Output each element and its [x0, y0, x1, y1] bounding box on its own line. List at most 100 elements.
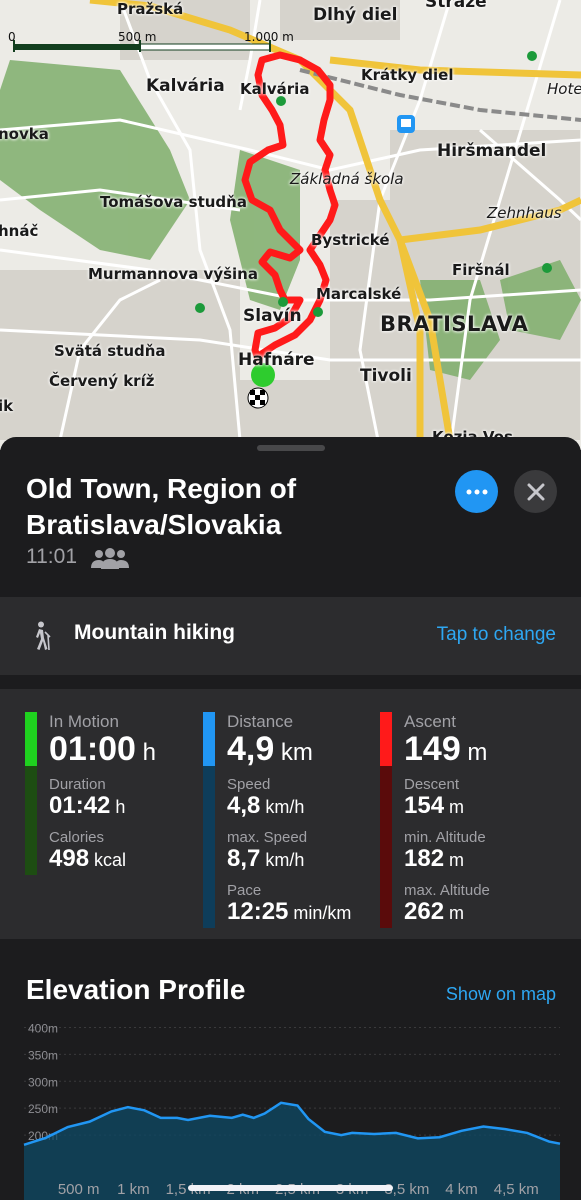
- stat-main-number: 149: [404, 730, 461, 768]
- more-icon: [466, 489, 487, 494]
- stat-number: 182: [404, 845, 445, 872]
- stat-bar-top: [380, 712, 392, 766]
- transit-stop-icon: [397, 115, 415, 133]
- stat-main-unit: h: [135, 739, 156, 766]
- track-details-sheet: Old Town, Region of Bratislava/Slovakia …: [0, 437, 581, 1200]
- elevation-x-tick-label: 4 km: [445, 1181, 478, 1198]
- stat-main-label: In Motion: [49, 712, 119, 731]
- stat-label: Duration: [49, 776, 106, 793]
- route-finish-icon: [247, 387, 269, 409]
- map-label: Pražská: [117, 0, 184, 18]
- place-title: Old Town, Region of Bratislava/Slovakia: [26, 473, 297, 540]
- stat-value: 262 m: [404, 898, 464, 926]
- map-label: Slavín: [243, 306, 302, 326]
- stat-main-number: 4,9: [227, 730, 275, 768]
- activity-type-row[interactable]: Mountain hiking Tap to change: [0, 597, 581, 675]
- stat-number: 8,7: [227, 845, 261, 872]
- map-label: Svätá studňa: [54, 342, 166, 360]
- map-label: Stráže: [425, 0, 487, 12]
- stat-bar-bottom: [25, 766, 37, 875]
- elevation-profile-title: Elevation Profile: [26, 974, 246, 1005]
- stats-column-altitude: Ascent 149 m Descent 154 m min. Altitude 182 …: [380, 712, 555, 928]
- map-label: Bystrické: [311, 231, 390, 249]
- stat-main-label: Ascent: [404, 712, 456, 731]
- map-label: Kalvária: [146, 76, 225, 96]
- map-label: Tivoli: [360, 366, 412, 386]
- scale-label-mid: 500 m: [118, 30, 157, 44]
- route-map[interactable]: 0 500 m 1.000 m Pražská Dlhý diel Stráže Ka…: [0, 0, 581, 450]
- elevation-chart[interactable]: 400m350m300m250m200m500 m1 km1,5 km2 km2…: [0, 1022, 581, 1200]
- stat-unit: m: [444, 903, 465, 923]
- map-label: Dlhý diel: [313, 5, 398, 25]
- stat-number: 154: [404, 792, 445, 819]
- stat-value: 182 m: [404, 845, 464, 873]
- stat-main-label: Distance: [227, 712, 294, 731]
- elevation-x-tick-label: 4,5 km: [494, 1181, 539, 1198]
- stat-label: Speed: [227, 776, 271, 793]
- stat-main-unit: km: [274, 739, 313, 766]
- stats-panel: In Motion 01:00 h Duration 01:42 h Calories 4…: [0, 689, 581, 939]
- map-label: Hafnáre: [238, 350, 315, 370]
- change-activity-link[interactable]: Tap to change: [437, 624, 556, 646]
- elevation-y-tick-label: 400m: [28, 1022, 58, 1035]
- stat-bar-top: [25, 712, 37, 766]
- stat-value: 01:42 h: [49, 792, 125, 820]
- more-options-button[interactable]: [455, 470, 498, 513]
- stat-number: 498: [49, 845, 90, 872]
- stat-main-value: 01:00 h: [49, 730, 156, 769]
- stat-number: 4,8: [227, 792, 261, 819]
- stat-bar-bottom: [203, 766, 215, 928]
- stat-main-value: 149 m: [404, 730, 487, 769]
- stat-value: 12:25 min/km: [227, 898, 351, 926]
- map-label: Zehnhaus: [487, 204, 562, 222]
- map-label: Hote: [547, 80, 581, 98]
- stat-label: Calories: [49, 829, 105, 846]
- stat-unit: m: [444, 850, 465, 870]
- elevation-x-tick-label: 500 m: [58, 1181, 100, 1198]
- map-label: Hiršmandel: [437, 141, 547, 161]
- map-label: BRATISLAVA: [380, 312, 529, 336]
- stat-value: 498 kcal: [49, 845, 126, 873]
- stat-bar-top: [203, 712, 215, 766]
- stat-number: 12:25: [227, 898, 289, 925]
- stat-label: Pace: [227, 882, 262, 899]
- home-indicator[interactable]: [188, 1185, 393, 1191]
- stats-column-distance: Distance 4,9 km Speed 4,8 km/h max. Speed 8,7…: [203, 712, 378, 928]
- stat-main-unit: m: [460, 739, 488, 766]
- stat-main-number: 01:00: [49, 730, 136, 768]
- map-label: Kalvária: [240, 80, 310, 98]
- stat-unit: h: [110, 797, 126, 817]
- elevation-y-tick-label: 300m: [28, 1075, 58, 1089]
- elevation-y-tick-label: 350m: [28, 1048, 58, 1062]
- sheet-drag-handle[interactable]: [257, 445, 325, 451]
- stat-unit: km/h: [260, 797, 305, 817]
- map-label: Murmannova výšina: [88, 265, 258, 283]
- map-label: ik: [0, 397, 14, 415]
- map-label: novka: [0, 125, 49, 143]
- map-label: Marcalské: [316, 285, 402, 303]
- stats-column-motion: In Motion 01:00 h Duration 01:42 h Calories 4…: [25, 712, 200, 928]
- stat-number: 01:42: [49, 792, 111, 819]
- elevation-x-tick-label: 1 km: [117, 1181, 150, 1198]
- stat-bar-bottom: [380, 766, 392, 928]
- stat-unit: km/h: [260, 850, 305, 870]
- close-button[interactable]: [514, 470, 557, 513]
- stat-unit: min/km: [288, 903, 352, 923]
- stat-value: 8,7 km/h: [227, 845, 304, 873]
- map-label: Základná škola: [290, 170, 404, 188]
- stat-label: Descent: [404, 776, 460, 793]
- elevation-y-tick-label: 250m: [28, 1102, 58, 1116]
- stat-unit: kcal: [89, 850, 127, 870]
- map-label: Firšnál: [452, 261, 510, 279]
- hiking-icon: [36, 621, 51, 651]
- stat-value: 4,8 km/h: [227, 792, 304, 820]
- stat-color-bar: [380, 712, 392, 928]
- stat-color-bar: [203, 712, 215, 928]
- stat-value: 154 m: [404, 792, 464, 820]
- map-label: Krátky diel: [361, 66, 454, 84]
- map-label: Červený kríž: [49, 372, 155, 390]
- stat-label: min. Altitude: [404, 829, 486, 846]
- show-on-map-link[interactable]: Show on map: [446, 984, 556, 1005]
- stat-label: max. Speed: [227, 829, 308, 846]
- group-icon: [91, 548, 129, 569]
